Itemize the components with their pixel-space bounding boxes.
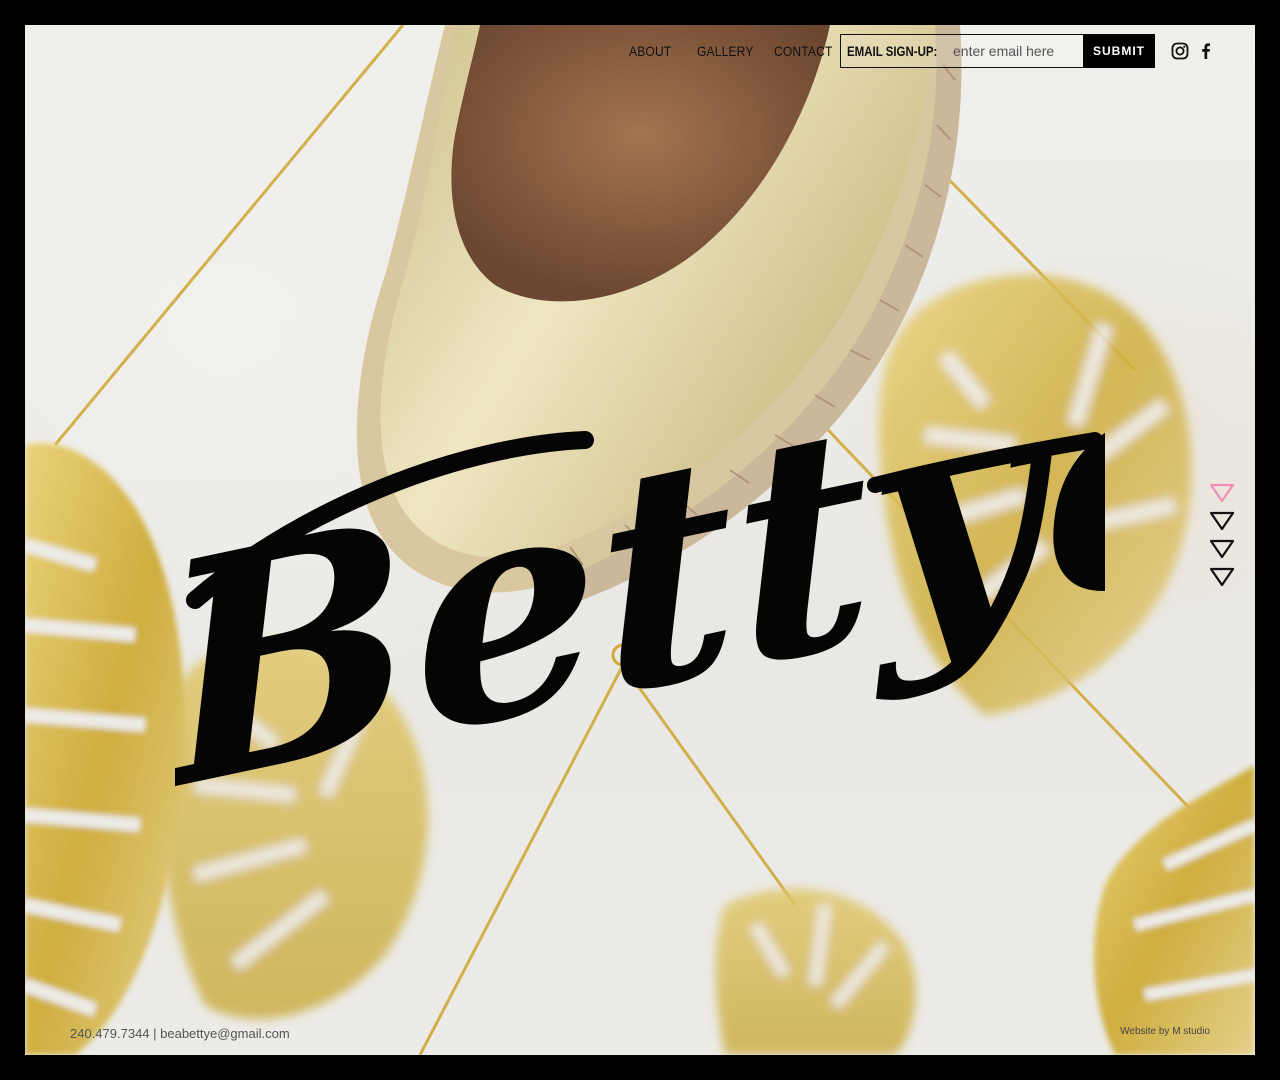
nav-about-link[interactable]: ABOUT — [629, 41, 671, 61]
facebook-icon[interactable] — [1197, 42, 1215, 60]
slide-nav-triangle-icon[interactable] — [1209, 567, 1235, 587]
hero-frame: ABOUT GALLERY CONTACT EMAIL SIGN-UP: SUB… — [25, 25, 1255, 1055]
footer-credit-link[interactable]: Website by M studio — [1120, 1026, 1210, 1037]
slide-navigation — [1209, 483, 1235, 593]
bettye-logo: Bettye — [175, 355, 1105, 805]
instagram-icon[interactable] — [1171, 42, 1189, 60]
email-signup-label: EMAIL SIGN-UP: — [847, 43, 938, 59]
email-input[interactable] — [953, 38, 1081, 64]
top-navigation: ABOUT GALLERY CONTACT EMAIL SIGN-UP: SUB… — [25, 25, 1255, 85]
slide-nav-triangle-icon[interactable] — [1209, 483, 1235, 503]
footer-contact-info: 240.479.7344 | beabettye@gmail.com — [70, 1026, 290, 1041]
nav-contact-link[interactable]: CONTACT — [774, 41, 833, 61]
slide-nav-triangle-icon[interactable] — [1209, 539, 1235, 559]
email-signup-form: EMAIL SIGN-UP: SUBMIT — [840, 34, 1155, 68]
slide-nav-triangle-icon[interactable] — [1209, 511, 1235, 531]
submit-button[interactable]: SUBMIT — [1083, 34, 1155, 68]
nav-gallery-link[interactable]: GALLERY — [697, 41, 754, 61]
logo-wordmark: Bettye — [175, 355, 1105, 805]
